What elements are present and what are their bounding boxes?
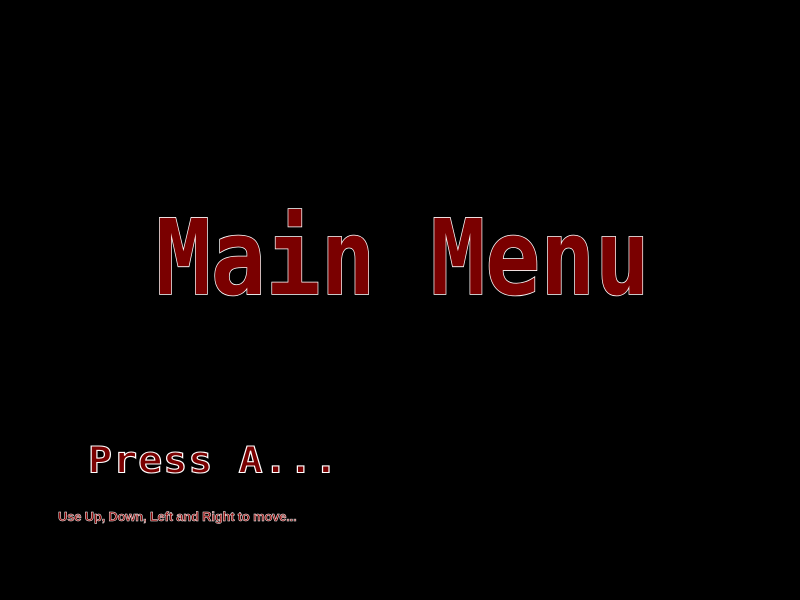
controls-hint: Use Up, Down, Left and Right to move... [58, 509, 297, 525]
main-menu-title-text: Main Menu [156, 197, 650, 319]
game-screen: Main Menu Press A... Use Up, Down, Left … [0, 0, 800, 600]
main-menu-title: Main Menu [155, 196, 656, 320]
press-a-prompt: Press A... [87, 439, 339, 482]
main-menu-title-graphic: Main Menu [155, 196, 651, 320]
